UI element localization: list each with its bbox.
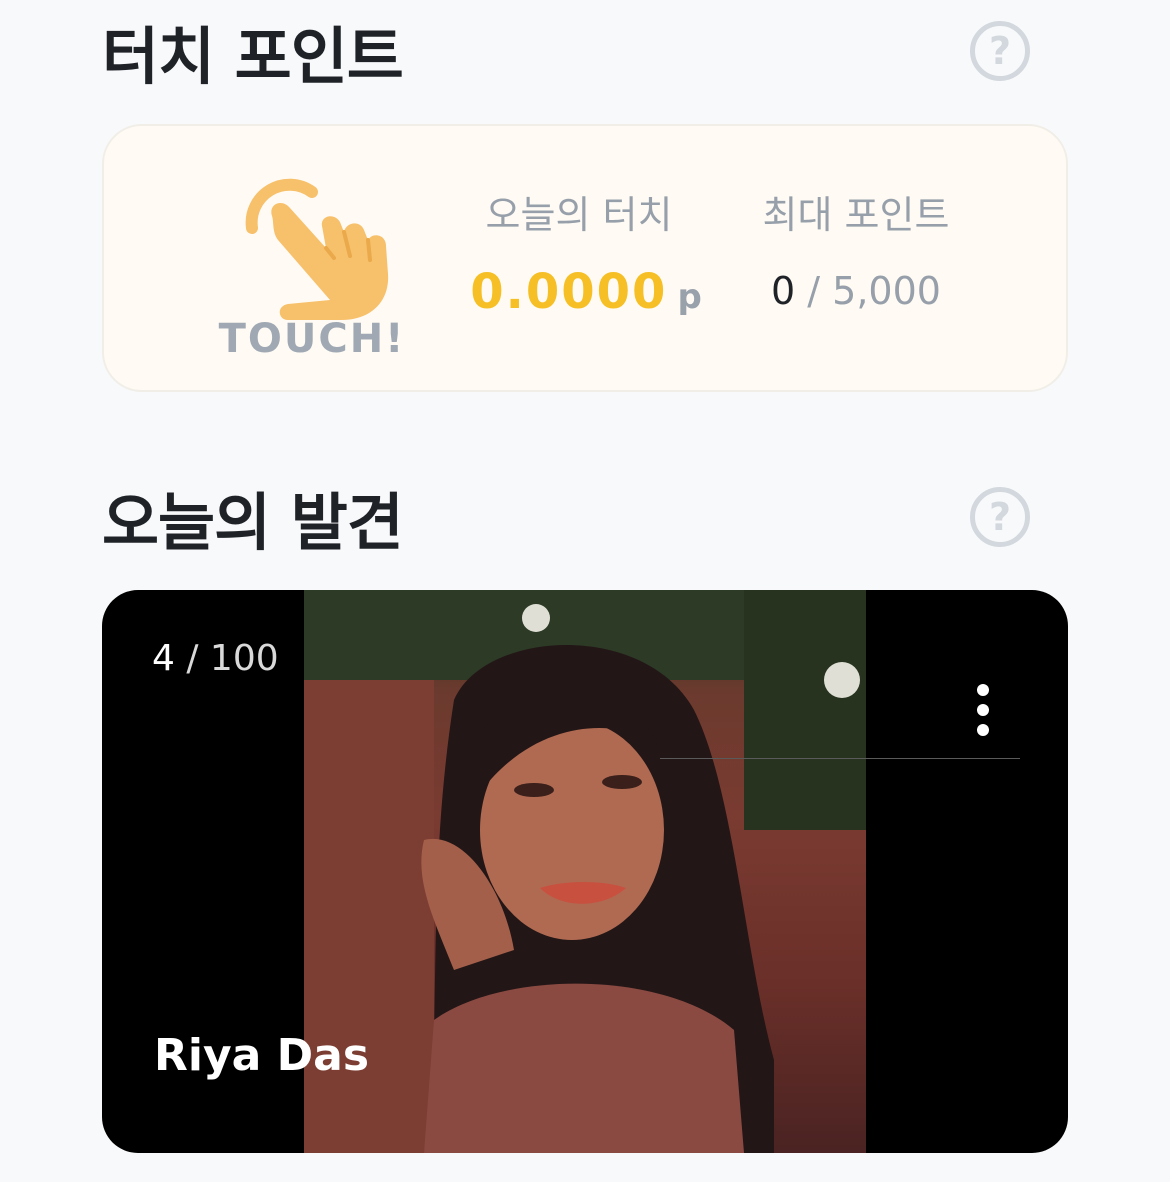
profile-counter: 4 / 100 — [152, 638, 279, 679]
today-touch-label: 오늘의 터치 — [485, 193, 673, 237]
max-points-label: 최대 포인트 — [762, 193, 950, 237]
max-points-stat: 최대 포인트 — [736, 184, 976, 239]
touch-button[interactable]: TOUCH! — [212, 166, 412, 366]
touch-points-header: 터치 포인트 ? — [102, 12, 1030, 93]
profile-photo — [304, 590, 866, 1153]
touch-points-title: 터치 포인트 — [102, 20, 404, 93]
today-touch-unit: p — [677, 277, 702, 317]
touch-points-help-icon[interactable]: ? — [970, 21, 1030, 81]
discover-help-icon[interactable]: ? — [970, 487, 1030, 547]
discover-title: 오늘의 발견 — [102, 486, 404, 559]
more-dot — [977, 724, 989, 736]
today-touch-stat: 오늘의 터치 — [454, 184, 704, 239]
more-dot — [977, 704, 989, 716]
max-points-limit: 5,000 — [832, 269, 941, 313]
card-divider — [660, 758, 1020, 759]
counter-separator: / — [174, 638, 210, 679]
counter-current: 4 — [152, 638, 175, 679]
touch-button-label: TOUCH! — [218, 316, 406, 362]
today-touch-value: 0.0000 p — [466, 264, 706, 320]
discover-header: 오늘의 발견 ? — [102, 478, 1030, 559]
profile-photo-illustration — [304, 590, 866, 1153]
today-touch-number: 0.0000 — [470, 264, 668, 320]
profile-name: Riya Das — [154, 1030, 370, 1081]
discover-profile-card[interactable]: 4 / 100 Riya Das — [102, 590, 1068, 1153]
more-dot — [977, 684, 989, 696]
more-vertical-icon[interactable] — [970, 684, 996, 736]
max-points-separator: / — [795, 269, 833, 313]
touch-points-card: TOUCH! 오늘의 터치 0.0000 p 최대 포인트 0 / 5,000 — [102, 124, 1068, 392]
touch-hand-icon — [245, 178, 389, 320]
max-points-current: 0 — [771, 269, 796, 313]
max-points-value: 0 / 5,000 — [736, 269, 976, 313]
counter-total: 100 — [209, 638, 279, 679]
